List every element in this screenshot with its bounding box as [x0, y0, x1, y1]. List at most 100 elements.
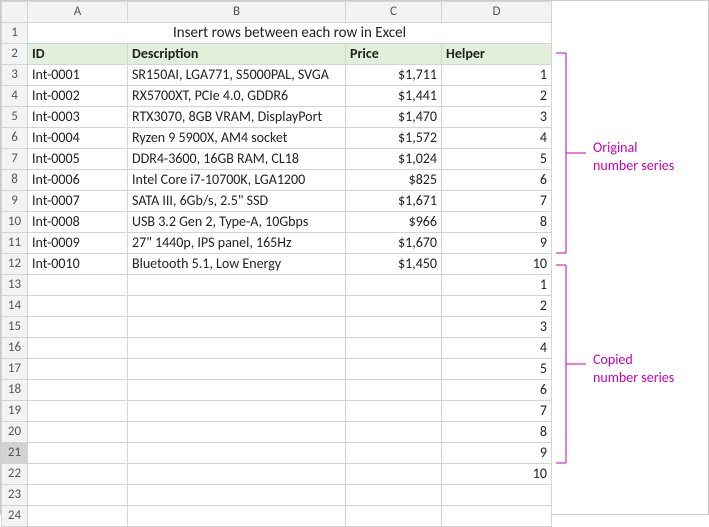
spreadsheet-grid[interactable]: A B C D 1Insert rows between each row in… [1, 1, 552, 527]
cell-id[interactable]: Int-0003 [28, 107, 128, 128]
cell-price[interactable]: $1,670 [346, 233, 442, 254]
cell-empty[interactable] [28, 359, 128, 380]
cell-id[interactable]: Int-0008 [28, 212, 128, 233]
row-header-4[interactable]: 4 [2, 86, 28, 107]
cell-helper[interactable]: 4 [442, 128, 552, 149]
cell-id[interactable]: Int-0007 [28, 191, 128, 212]
cell-price[interactable]: $1,441 [346, 86, 442, 107]
cell-desc[interactable]: RX5700XT, PCIe 4.0, GDDR6 [128, 86, 346, 107]
cell-desc[interactable]: 27" 1440p, IPS panel, 165Hz [128, 233, 346, 254]
cell-empty[interactable] [128, 401, 346, 422]
cell-desc[interactable]: Ryzen 9 5900X, AM4 socket [128, 128, 346, 149]
cell-empty[interactable] [28, 401, 128, 422]
row-header-13[interactable]: 13 [2, 275, 28, 296]
cell-empty[interactable] [346, 464, 442, 485]
cell-empty[interactable] [128, 296, 346, 317]
row-header-16[interactable]: 16 [2, 338, 28, 359]
cell-helper[interactable]: 10 [442, 254, 552, 275]
cell-price[interactable]: $1,450 [346, 254, 442, 275]
row-header-3[interactable]: 3 [2, 65, 28, 86]
cell-empty[interactable] [346, 317, 442, 338]
row-header-8[interactable]: 8 [2, 170, 28, 191]
cell-empty[interactable] [128, 380, 346, 401]
row-header-21[interactable]: 21 [2, 443, 28, 464]
cell-copied-helper[interactable]: 4 [442, 338, 552, 359]
cell-empty[interactable] [346, 275, 442, 296]
cell-empty[interactable] [442, 485, 552, 506]
cell-empty[interactable] [128, 275, 346, 296]
cell-helper[interactable]: 9 [442, 233, 552, 254]
cell-copied-helper[interactable]: 9 [442, 443, 552, 464]
cell-copied-helper[interactable]: 6 [442, 380, 552, 401]
header-desc[interactable]: Description [128, 44, 346, 65]
cell-empty[interactable] [128, 443, 346, 464]
cell-price[interactable]: $1,024 [346, 149, 442, 170]
cell-empty[interactable] [346, 401, 442, 422]
cell-desc[interactable]: Intel Core i7-10700K, LGA1200 [128, 170, 346, 191]
cell-id[interactable]: Int-0002 [28, 86, 128, 107]
col-header-B[interactable]: B [128, 2, 346, 23]
select-all-corner[interactable] [2, 2, 28, 23]
cell-price[interactable]: $1,671 [346, 191, 442, 212]
cell-desc[interactable]: SATA III, 6Gb/s, 2.5" SSD [128, 191, 346, 212]
cell-helper[interactable]: 3 [442, 107, 552, 128]
cell-desc[interactable]: SR150AI, LGA771, S5000PAL, SVGA [128, 65, 346, 86]
cell-copied-helper[interactable]: 10 [442, 464, 552, 485]
cell-empty[interactable] [28, 422, 128, 443]
row-header-1[interactable]: 1 [2, 23, 28, 44]
title-cell[interactable]: Insert rows between each row in Excel [28, 23, 552, 44]
cell-empty[interactable] [346, 422, 442, 443]
cell-empty[interactable] [346, 380, 442, 401]
row-header-6[interactable]: 6 [2, 128, 28, 149]
cell-helper[interactable]: 1 [442, 65, 552, 86]
row-header-17[interactable]: 17 [2, 359, 28, 380]
row-header-19[interactable]: 19 [2, 401, 28, 422]
cell-id[interactable]: Int-0001 [28, 65, 128, 86]
cell-empty[interactable] [128, 506, 346, 527]
cell-price[interactable]: $825 [346, 170, 442, 191]
row-header-5[interactable]: 5 [2, 107, 28, 128]
header-helper[interactable]: Helper [442, 44, 552, 65]
cell-id[interactable]: Int-0005 [28, 149, 128, 170]
cell-id[interactable]: Int-0004 [28, 128, 128, 149]
cell-price[interactable]: $1,572 [346, 128, 442, 149]
cell-price[interactable]: $966 [346, 212, 442, 233]
cell-desc[interactable]: Bluetooth 5.1, Low Energy [128, 254, 346, 275]
row-header-18[interactable]: 18 [2, 380, 28, 401]
header-id[interactable]: ID [28, 44, 128, 65]
row-header-24[interactable]: 24 [2, 506, 28, 527]
row-header-14[interactable]: 14 [2, 296, 28, 317]
cell-empty[interactable] [28, 443, 128, 464]
cell-empty[interactable] [28, 296, 128, 317]
cell-empty[interactable] [28, 338, 128, 359]
cell-price[interactable]: $1,470 [346, 107, 442, 128]
cell-id[interactable]: Int-0009 [28, 233, 128, 254]
cell-empty[interactable] [128, 317, 346, 338]
cell-empty[interactable] [346, 296, 442, 317]
cell-copied-helper[interactable]: 1 [442, 275, 552, 296]
cell-empty[interactable] [28, 317, 128, 338]
row-header-2[interactable]: 2 [2, 44, 28, 65]
row-header-10[interactable]: 10 [2, 212, 28, 233]
cell-empty[interactable] [28, 380, 128, 401]
cell-copied-helper[interactable]: 7 [442, 401, 552, 422]
cell-helper[interactable]: 2 [442, 86, 552, 107]
cell-empty[interactable] [128, 359, 346, 380]
cell-empty[interactable] [128, 422, 346, 443]
row-header-15[interactable]: 15 [2, 317, 28, 338]
cell-empty[interactable] [346, 506, 442, 527]
cell-empty[interactable] [128, 338, 346, 359]
row-header-7[interactable]: 7 [2, 149, 28, 170]
cell-empty[interactable] [128, 485, 346, 506]
cell-empty[interactable] [28, 464, 128, 485]
cell-copied-helper[interactable]: 5 [442, 359, 552, 380]
cell-desc[interactable]: RTX3070, 8GB VRAM, DisplayPort [128, 107, 346, 128]
cell-desc[interactable]: DDR4-3600, 16GB RAM, CL18 [128, 149, 346, 170]
row-header-20[interactable]: 20 [2, 422, 28, 443]
row-header-11[interactable]: 11 [2, 233, 28, 254]
row-header-23[interactable]: 23 [2, 485, 28, 506]
cell-empty[interactable] [28, 506, 128, 527]
header-price[interactable]: Price [346, 44, 442, 65]
cell-empty[interactable] [346, 485, 442, 506]
cell-empty[interactable] [442, 506, 552, 527]
